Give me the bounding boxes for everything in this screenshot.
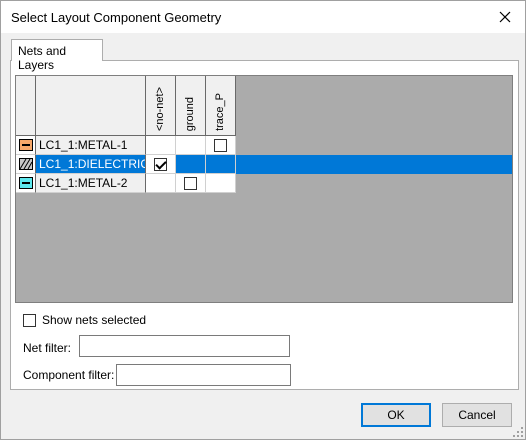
column-header-label: ground — [184, 96, 196, 131]
cell-no-net[interactable] — [146, 155, 176, 174]
layer-name[interactable]: LC1_1:DIELECTRIC-1 — [36, 155, 146, 174]
cell-ground[interactable] — [176, 136, 206, 155]
column-header-no-net[interactable]: <no-net> — [146, 76, 176, 136]
dialog-window: Select Layout Component Geometry Nets an… — [0, 0, 526, 440]
row-icon-cell — [16, 174, 36, 193]
column-header-label: <no-net> — [154, 86, 166, 131]
net-checkbox[interactable] — [184, 176, 197, 190]
tab-panel-nets-and-layers: <no-net> ground trace_P LC1_1:METAL-1 LC… — [10, 60, 519, 390]
grid-corner-header — [16, 76, 36, 136]
net-checkbox[interactable] — [154, 157, 167, 171]
metal-layer-icon — [18, 139, 33, 151]
ok-button[interactable]: OK — [361, 403, 431, 427]
show-nets-selected-option[interactable]: Show nets selected — [23, 313, 146, 327]
dialog-title: Select Layout Component Geometry — [11, 10, 222, 25]
show-nets-selected-checkbox[interactable] — [23, 313, 36, 327]
net-checkbox[interactable] — [214, 138, 227, 152]
tab-nets-and-layers[interactable]: Nets and Layers — [11, 39, 103, 72]
close-button[interactable] — [485, 1, 525, 33]
layer-column-header — [36, 76, 146, 136]
cell-no-net[interactable] — [146, 136, 176, 155]
cell-trace-p[interactable] — [206, 155, 236, 174]
layer-name[interactable]: LC1_1:METAL-1 — [36, 136, 146, 155]
cell-ground[interactable] — [176, 155, 206, 174]
component-filter-label: Component filter: — [23, 368, 115, 382]
cell-trace-p[interactable] — [206, 174, 236, 193]
cancel-button[interactable]: Cancel — [442, 403, 512, 427]
nets-layers-grid[interactable]: <no-net> ground trace_P LC1_1:METAL-1 LC… — [15, 75, 513, 303]
dielectric-layer-icon — [18, 158, 33, 170]
cell-trace-p[interactable] — [206, 136, 236, 155]
column-header-label: trace_P — [214, 93, 226, 131]
layer-name[interactable]: LC1_1:METAL-2 — [36, 174, 146, 193]
metal-layer-icon — [18, 177, 33, 189]
row-icon-cell — [16, 136, 36, 155]
resize-grip-icon[interactable] — [513, 427, 523, 437]
cell-ground[interactable] — [176, 174, 206, 193]
component-filter-input[interactable] — [116, 364, 291, 386]
title-bar[interactable]: Select Layout Component Geometry — [1, 1, 525, 33]
row-icon-cell — [16, 155, 36, 174]
close-icon — [499, 11, 511, 23]
show-nets-selected-label: Show nets selected — [42, 313, 147, 327]
net-filter-label: Net filter: — [23, 341, 72, 355]
cell-no-net[interactable] — [146, 174, 176, 193]
net-filter-input[interactable] — [79, 335, 290, 357]
column-header-ground[interactable]: ground — [176, 76, 206, 136]
column-header-trace-p[interactable]: trace_P — [206, 76, 236, 136]
selected-row-highlight — [236, 155, 512, 174]
